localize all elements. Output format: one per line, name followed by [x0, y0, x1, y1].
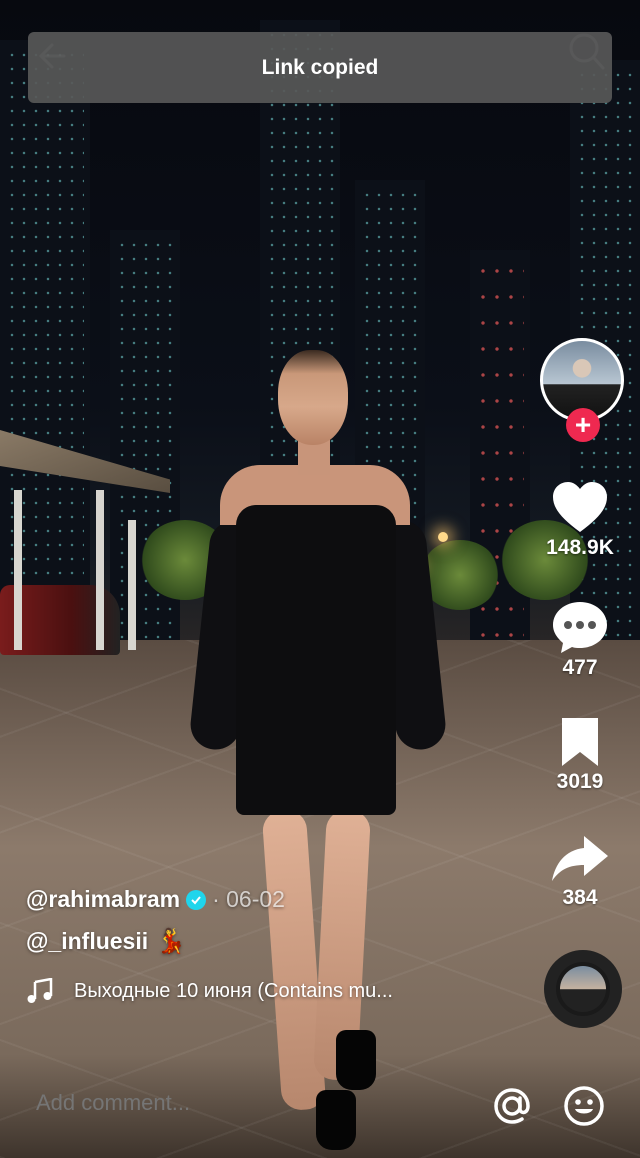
- toast-text: Link copied: [261, 55, 379, 79]
- dancer-emoji: 💃: [156, 928, 187, 955]
- music-title[interactable]: Выходные 10 июня (Contains mu...: [74, 980, 393, 1003]
- comment-bar: [0, 1060, 640, 1158]
- link-copied-toast: Link copied: [28, 32, 612, 103]
- mention-at-icon[interactable]: [490, 1084, 534, 1128]
- add-comment-input[interactable]: [36, 1090, 456, 1116]
- woman-in-black-dress: [188, 330, 450, 1158]
- shade-canopy: [0, 430, 180, 650]
- music-cover: [560, 966, 606, 1012]
- follow-button[interactable]: +: [566, 408, 600, 442]
- like-button[interactable]: 148.9K: [520, 480, 640, 560]
- emoji-smile-icon[interactable]: [562, 1084, 606, 1128]
- comment-count: 477: [562, 656, 598, 679]
- bookmark-icon: [562, 718, 598, 766]
- post-meta: @rahimabram · 06-02 @_influesii 💃 Выходн…: [26, 886, 526, 1004]
- heart-icon: [553, 482, 607, 532]
- username[interactable]: @rahimabram: [26, 886, 180, 913]
- music-disc[interactable]: [544, 950, 622, 1028]
- caption-mention[interactable]: @_influesii: [26, 928, 148, 955]
- bookmark-button[interactable]: 3019: [520, 716, 640, 794]
- music-note-icon: [27, 978, 53, 1003]
- share-count: 384: [562, 886, 598, 909]
- verified-badge-icon: [186, 889, 207, 910]
- comment-bubble-icon: [553, 602, 607, 653]
- share-arrow-icon: [552, 836, 608, 881]
- bookmark-count: 3019: [556, 770, 604, 793]
- post-date: · 06-02: [212, 886, 285, 912]
- comment-button[interactable]: 477: [520, 600, 640, 680]
- share-button[interactable]: 384: [520, 834, 640, 910]
- like-count: 148.9K: [546, 536, 614, 559]
